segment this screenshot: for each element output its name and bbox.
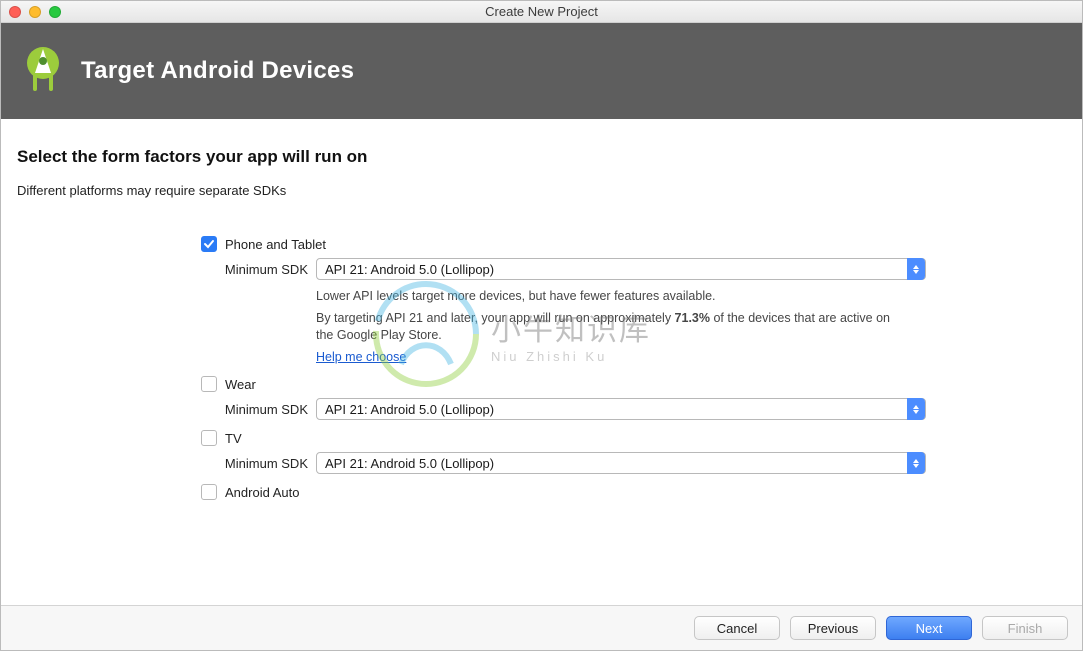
android-studio-icon <box>19 43 67 99</box>
phone-sdk-select[interactable]: API 21: Android 5.0 (Lollipop) <box>316 258 926 280</box>
phone-tablet-label: Phone and Tablet <box>225 237 326 252</box>
select-stepper-icon <box>907 258 925 280</box>
tv-sdk-select[interactable]: API 21: Android 5.0 (Lollipop) <box>316 452 926 474</box>
wear-sdk-value: API 21: Android 5.0 (Lollipop) <box>325 402 494 417</box>
phone-helper-line1: Lower API levels target more devices, bu… <box>316 288 898 306</box>
select-stepper-icon <box>907 452 925 474</box>
wear-sdk-select[interactable]: API 21: Android 5.0 (Lollipop) <box>316 398 926 420</box>
maximize-window-icon[interactable] <box>49 6 61 18</box>
phone-sdk-label: Minimum SDK <box>201 262 316 277</box>
auto-label: Android Auto <box>225 485 299 500</box>
tv-sdk-label: Minimum SDK <box>201 456 316 471</box>
phone-helper-line2: By targeting API 21 and later, your app … <box>316 310 898 345</box>
window-titlebar: Create New Project <box>1 1 1082 23</box>
next-button[interactable]: Next <box>886 616 972 640</box>
wizard-footer: Cancel Previous Next Finish <box>1 605 1082 650</box>
wizard-content: Select the form factors your app will ru… <box>1 119 1082 500</box>
auto-checkbox[interactable] <box>201 484 217 500</box>
close-window-icon[interactable] <box>9 6 21 18</box>
content-subheading: Different platforms may require separate… <box>17 183 1066 198</box>
factor-tv: TV Minimum SDK API 21: Android 5.0 (Loll… <box>201 430 1066 474</box>
previous-button[interactable]: Previous <box>790 616 876 640</box>
wear-checkbox[interactable] <box>201 376 217 392</box>
factor-auto: Android Auto <box>201 484 1066 500</box>
select-stepper-icon <box>907 398 925 420</box>
cancel-button[interactable]: Cancel <box>694 616 780 640</box>
factor-phone-tablet: Phone and Tablet Minimum SDK API 21: And… <box>201 236 1066 366</box>
wizard-title: Target Android Devices <box>81 57 354 85</box>
tv-checkbox[interactable] <box>201 430 217 446</box>
finish-button: Finish <box>982 616 1068 640</box>
minimize-window-icon[interactable] <box>29 6 41 18</box>
traffic-lights <box>9 6 61 18</box>
window-title: Create New Project <box>1 4 1082 19</box>
coverage-percent: 71.3% <box>675 311 710 325</box>
factor-wear: Wear Minimum SDK API 21: Android 5.0 (Lo… <box>201 376 1066 420</box>
content-heading: Select the form factors your app will ru… <box>17 147 1066 167</box>
help-me-choose-link[interactable]: Help me choose <box>316 350 406 364</box>
form-factors-group: Phone and Tablet Minimum SDK API 21: And… <box>201 236 1066 500</box>
wizard-header: Target Android Devices <box>1 23 1082 119</box>
wear-sdk-label: Minimum SDK <box>201 402 316 417</box>
phone-sdk-value: API 21: Android 5.0 (Lollipop) <box>325 262 494 277</box>
phone-tablet-checkbox[interactable] <box>201 236 217 252</box>
wear-label: Wear <box>225 377 256 392</box>
tv-label: TV <box>225 431 242 446</box>
tv-sdk-value: API 21: Android 5.0 (Lollipop) <box>325 456 494 471</box>
